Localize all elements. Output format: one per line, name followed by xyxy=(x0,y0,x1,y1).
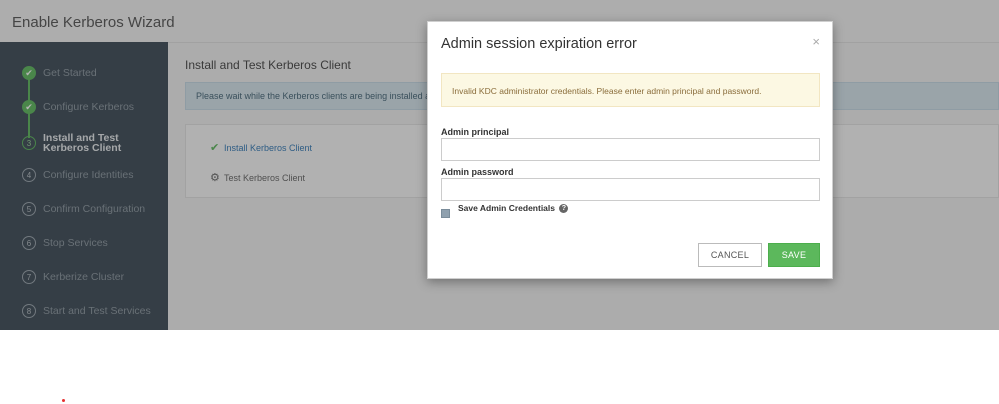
save-credentials-label: Save Admin Credentials ? xyxy=(458,203,569,213)
save-credentials-checkbox[interactable] xyxy=(441,209,450,218)
admin-password-input[interactable] xyxy=(441,178,820,201)
save-button[interactable]: SAVE xyxy=(768,243,820,267)
admin-principal-input[interactable] xyxy=(441,138,820,161)
warning-alert: Invalid KDC administrator credentials. P… xyxy=(441,73,820,107)
alert-text: Invalid KDC administrator credentials. P… xyxy=(452,86,762,96)
help-icon[interactable]: ? xyxy=(559,204,569,213)
cursor-dot xyxy=(62,399,65,402)
close-icon[interactable]: × xyxy=(812,34,820,49)
save-credentials-text: Save Admin Credentials xyxy=(458,203,555,213)
admin-password-label: Admin password xyxy=(441,167,514,177)
admin-principal-label: Admin principal xyxy=(441,127,510,137)
cancel-button[interactable]: CANCEL xyxy=(698,243,762,267)
modal-title: Admin session expiration error xyxy=(441,36,637,52)
admin-session-modal: Admin session expiration error × Invalid… xyxy=(427,21,833,279)
